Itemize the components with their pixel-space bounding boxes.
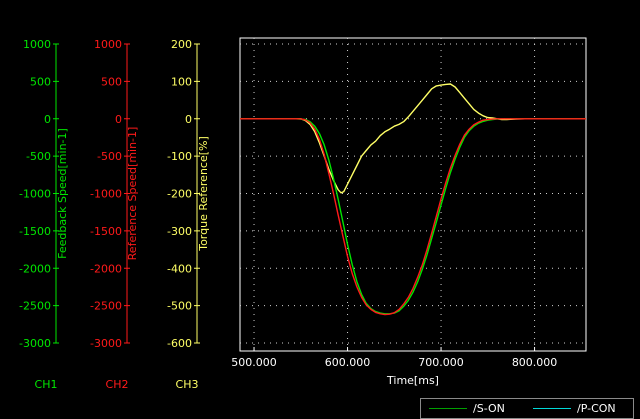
ch2-axis-title: Reference Speed[min-1] (126, 127, 139, 261)
ch1-channel-label: CH1 (35, 378, 58, 391)
ch3-tick-label: -400 (167, 262, 192, 275)
ch2-tick-label: -1500 (90, 225, 122, 238)
ch1-tick-label: -3000 (19, 337, 51, 350)
chart-plot: 10005000-500-1000-1500-2000-2500-3000Fee… (19, 37, 587, 391)
ch2-tick-label: 0 (115, 113, 122, 126)
ch3-tick-label: -600 (167, 337, 192, 350)
ch1-tick-label: 500 (30, 75, 51, 88)
ch2-channel-label: CH2 (106, 378, 129, 391)
ch3-tick-label: -200 (167, 188, 192, 201)
ch1-tick-label: 0 (44, 113, 51, 126)
ch1-tick-label: 1000 (23, 38, 51, 51)
x-axis: 500.000 600.000 700.000 800.000 (231, 347, 557, 369)
ch2-tick-label: -3000 (90, 337, 122, 350)
legend-swatch-s-on (429, 408, 467, 409)
ch3-channel-label: CH3 (176, 378, 199, 391)
legend-swatch-p-con (533, 408, 571, 409)
ch3-tick-label: -100 (167, 150, 192, 163)
ch3-tick-label: 0 (185, 113, 192, 126)
x-axis-label: Time[ms] (386, 374, 439, 387)
ch3-tick-label: -300 (167, 225, 192, 238)
ch1-tick-label: -2000 (19, 262, 51, 275)
x-tick-label: 600.000 (325, 356, 371, 369)
ch1-axis-title: Feedback Speed[min-1] (56, 128, 69, 259)
ch2-tick-label: -2000 (90, 262, 122, 275)
ch1-tick-label: -500 (26, 150, 51, 163)
series-lines (240, 83, 586, 316)
ch2-tick-label: -1000 (90, 188, 122, 201)
series-line-ch2 (240, 118, 586, 316)
ch2-tick-label: -500 (97, 150, 122, 163)
y-axes: 10005000-500-1000-1500-2000-2500-3000Fee… (19, 38, 210, 391)
x-tick-label: 800.000 (512, 356, 558, 369)
ch3-tick-label: -500 (167, 300, 192, 313)
ch3-tick-label: 100 (171, 75, 192, 88)
x-tick-label: 500.000 (231, 356, 277, 369)
ch3-axis-title: Torque Reference[%] (197, 136, 210, 252)
legend-label-p-con: /P-CON (577, 402, 616, 415)
ch1-tick-label: -1500 (19, 225, 51, 238)
ch2-tick-label: 1000 (94, 38, 122, 51)
grid (240, 38, 586, 351)
plot-area: 500.000 600.000 700.000 800.000 Time[ms] (231, 37, 587, 387)
ch2-tick-label: 500 (101, 75, 122, 88)
legend: /S-ON /P-CON (420, 398, 634, 419)
ch1-tick-label: -2500 (19, 300, 51, 313)
legend-label-s-on: /S-ON (473, 402, 505, 415)
x-tick-label: 700.000 (418, 356, 464, 369)
ch2-tick-label: -2500 (90, 300, 122, 313)
ch3-tick-label: 200 (171, 38, 192, 51)
ch1-tick-label: -1000 (19, 188, 51, 201)
